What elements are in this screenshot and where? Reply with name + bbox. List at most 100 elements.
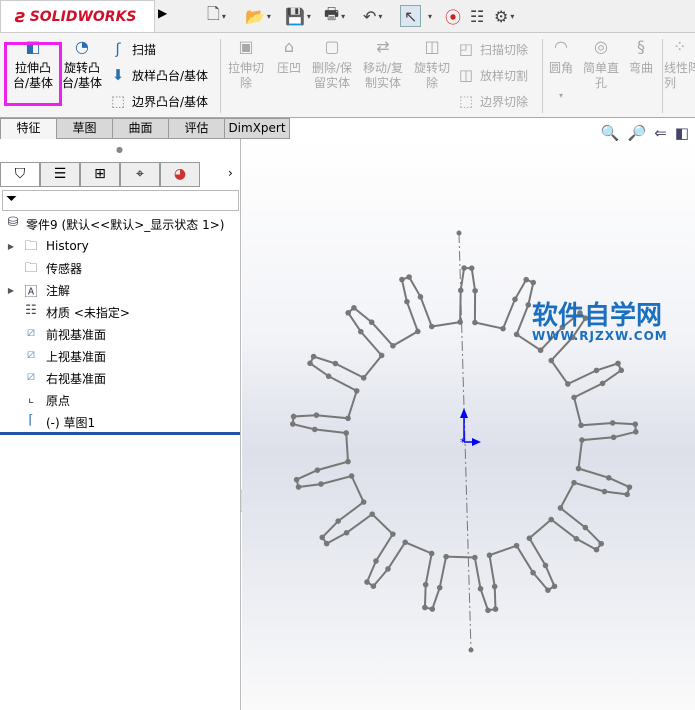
sketch-canvas[interactable]: *	[0, 0, 695, 710]
sketch-point	[428, 550, 435, 557]
sketch-point	[343, 529, 350, 536]
sketch-point	[325, 373, 332, 380]
sketch-point	[295, 484, 302, 490]
sketch-point	[626, 484, 633, 490]
sketch-point	[358, 328, 364, 335]
sketch-point	[468, 265, 475, 271]
sketch-point	[599, 380, 606, 387]
sketch-point	[417, 294, 424, 300]
sketch-point	[618, 367, 625, 374]
sketch-point	[491, 583, 498, 590]
sketch-point	[461, 265, 467, 271]
origin-x-arrow	[472, 438, 481, 446]
sketch-point	[492, 606, 499, 612]
sketch-point	[290, 413, 297, 420]
sketch-point	[601, 488, 608, 495]
sketch-point	[345, 310, 351, 316]
sketch-point	[313, 412, 320, 418]
sketch-point	[390, 531, 396, 537]
sketch-point	[582, 524, 589, 531]
sketch-point	[323, 540, 330, 547]
watermark-url: WWW.RJZXW.COM	[532, 329, 668, 343]
sketch-point	[335, 518, 342, 524]
sketch-point	[526, 535, 533, 542]
sketch-point	[609, 420, 616, 426]
sketch-point	[404, 298, 410, 305]
sketch-point	[436, 584, 443, 591]
sketch-point	[353, 388, 360, 394]
sketch-point	[348, 473, 355, 479]
sketch-point	[571, 479, 577, 486]
sketch-point	[360, 375, 367, 381]
sketch-point	[457, 319, 463, 325]
sketch-point	[610, 434, 617, 441]
sketch-point	[378, 352, 385, 359]
watermark-title: 软件自学网	[532, 301, 663, 331]
sketch-point	[537, 347, 544, 354]
watermark: 软件自学网 WWW.RJZXW.COM	[532, 302, 668, 342]
sketch-point	[633, 429, 639, 435]
sketch-point	[472, 287, 478, 294]
sketch-point	[385, 566, 391, 572]
sketch-point	[593, 546, 600, 553]
sketch-point	[289, 421, 296, 427]
sketch-point	[551, 583, 558, 590]
sketch-point	[428, 323, 435, 330]
sketch-point	[565, 381, 571, 387]
sketch-point	[406, 274, 412, 280]
sketch-point	[307, 360, 313, 367]
sketch-point	[457, 287, 464, 294]
origin-y-arrow	[460, 408, 468, 418]
origin-marker: *	[460, 436, 466, 449]
sketch-point	[573, 535, 580, 542]
sketch-point	[557, 505, 564, 511]
sketch-point	[632, 421, 639, 428]
sketch-point	[542, 562, 549, 569]
sketch-point	[548, 516, 554, 523]
sketch-point	[345, 458, 351, 465]
sketch-point	[364, 579, 370, 585]
sketch-point	[530, 569, 536, 576]
sketch-point	[351, 305, 357, 311]
sketch-point	[575, 465, 582, 472]
sketch-point	[624, 491, 630, 498]
sketch-point	[345, 415, 351, 422]
sketch-point	[548, 357, 555, 364]
sketch-point	[390, 343, 396, 349]
sketch-point	[486, 552, 493, 559]
sketch-point	[605, 475, 612, 481]
sketch-point	[369, 511, 376, 517]
sketch-point	[399, 276, 405, 283]
sketch-point	[472, 554, 478, 561]
sketch-point	[373, 558, 379, 564]
sketch-point	[414, 328, 421, 335]
sketch-point	[293, 476, 300, 483]
sketch-point	[343, 430, 350, 436]
sketch-point	[485, 607, 491, 614]
sketch-point	[314, 467, 321, 473]
sketch-point	[513, 331, 520, 338]
sketch-point	[593, 367, 600, 374]
sketch-point	[598, 540, 605, 547]
sketch-point	[422, 581, 429, 588]
centerline-endpoint	[456, 230, 462, 236]
sketch-point	[530, 279, 537, 286]
sketch-point	[523, 276, 530, 283]
sketch-point	[368, 319, 375, 326]
sketch-point	[513, 542, 520, 549]
sketch-point	[525, 302, 532, 308]
sketch-point	[310, 353, 317, 360]
sketch-point	[512, 296, 518, 303]
sketch-point	[545, 587, 551, 593]
sketch-point	[319, 534, 326, 541]
centerline-endpoint	[468, 647, 474, 653]
sketch-point	[402, 539, 409, 546]
sketch-point	[443, 553, 449, 560]
sketch-point	[571, 394, 577, 401]
sketch-point	[429, 606, 436, 612]
sketch-point	[472, 319, 478, 326]
sketch-point	[318, 481, 324, 487]
sketch-point	[332, 360, 339, 367]
sketch-point	[370, 583, 377, 589]
sketch-point	[422, 604, 428, 611]
